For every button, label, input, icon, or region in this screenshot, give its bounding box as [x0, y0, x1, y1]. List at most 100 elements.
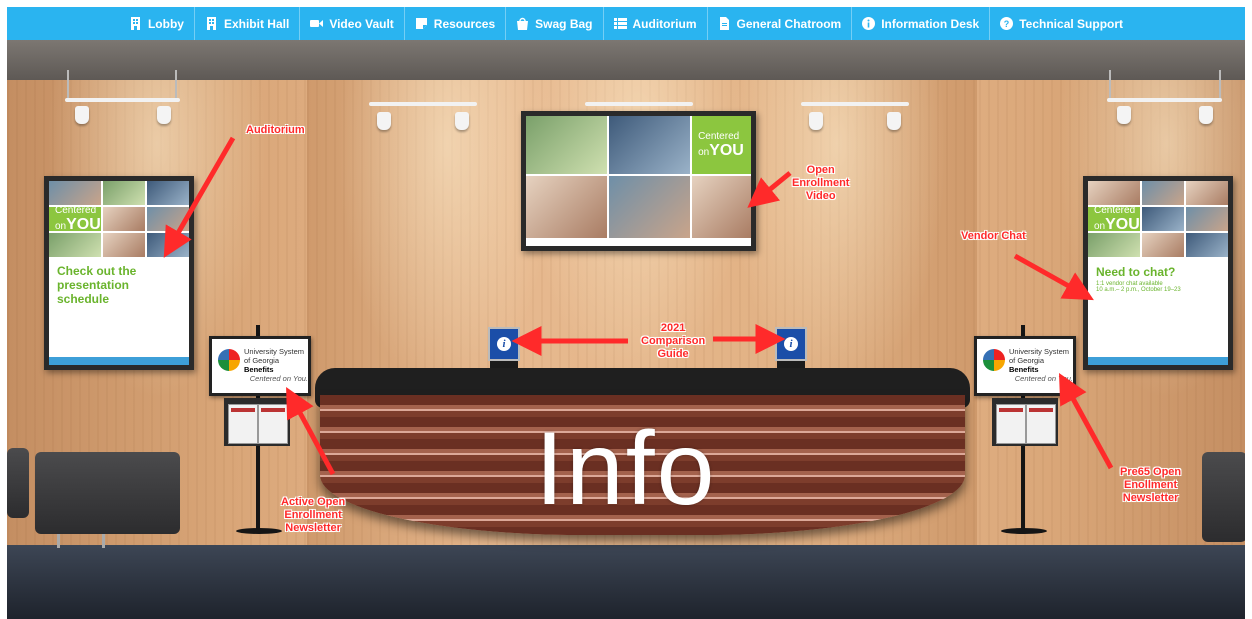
light-rod	[1219, 70, 1221, 98]
nav-exhibit-hall[interactable]: Exhibit Hall	[195, 7, 301, 40]
spotlight	[1199, 106, 1213, 124]
poster-footer-stripe	[49, 357, 189, 365]
info-icon: i	[497, 337, 511, 351]
annotation-line: Vendor Chat	[961, 230, 1026, 242]
light-rod	[175, 70, 177, 100]
sofa	[1202, 452, 1245, 542]
svg-text:?: ?	[1004, 19, 1010, 29]
tile-text: YOU	[1105, 215, 1140, 233]
light-rod	[1109, 70, 1111, 98]
annotation-line: Pre65 Open	[1120, 466, 1182, 478]
poster-photo	[102, 207, 145, 231]
kiosk-line: of Georgia	[1009, 356, 1045, 365]
active-newsletter-brochure[interactable]	[258, 404, 288, 444]
nav-label: Swag Bag	[535, 16, 593, 31]
poster-photo	[49, 181, 101, 205]
kiosk-line: University System	[1009, 347, 1070, 356]
annotation-auditorium: Auditorium	[246, 124, 305, 137]
auditorium-poster[interactable]: Centered onYOU Check out the presentatio…	[44, 176, 194, 370]
annotation-pre65-newsletter: Pre65 Open Enollment Newsletter	[1120, 466, 1181, 506]
light-glow	[727, 80, 947, 400]
nav-information-desk[interactable]: Information Desk	[852, 7, 991, 40]
nav-technical-support[interactable]: ? Technical Support	[990, 7, 1133, 40]
open-enrollment-video-screen[interactable]: Centered onYOU	[521, 111, 756, 251]
poster-detail: 10 a.m.– 2 p.m., October 19–23	[1096, 287, 1181, 293]
nav-label: Lobby	[147, 16, 184, 31]
poster-photo	[102, 181, 145, 205]
tile-text: onYOU	[55, 216, 101, 234]
annotation-line: Newsletter	[285, 522, 341, 535]
annotation-vendor-chat: Vendor Chat	[961, 230, 1026, 243]
tile-text: Centered	[55, 204, 97, 216]
nav-auditorium[interactable]: Auditorium	[604, 7, 708, 40]
vendor-chat-poster[interactable]: Centered onYOU Need to chat? 1:1 vendor …	[1083, 176, 1233, 370]
nav-label: Resources	[433, 16, 496, 31]
pre65-newsletter-brochure[interactable]	[996, 404, 1026, 444]
poster-photo	[146, 207, 189, 231]
video-photo	[526, 176, 608, 238]
nav-lobby[interactable]: Lobby	[119, 7, 195, 40]
nav-general-chatroom[interactable]: General Chatroom	[708, 7, 853, 40]
annotation-line: Video	[805, 190, 836, 203]
active-newsletter-brochure[interactable]	[228, 404, 258, 444]
centered-on-you-tile: Centered onYOU	[1088, 205, 1140, 234]
poster-photo	[49, 233, 101, 257]
poster-photo	[146, 233, 189, 257]
pre65-newsletter-brochure[interactable]	[1026, 404, 1056, 444]
poster-photo	[1185, 181, 1228, 205]
video-photo	[692, 176, 751, 238]
poster-cta: Check out the presentation schedule	[57, 264, 137, 306]
annotation-line: Active Open	[281, 496, 346, 508]
video-camera-icon	[310, 20, 324, 27]
nav-label: Auditorium	[632, 16, 697, 31]
poster-footer-stripe	[1088, 357, 1228, 365]
comparison-guide-sign-right[interactable]: i	[775, 327, 807, 361]
kiosk-tagline: Centered on You.	[249, 374, 308, 383]
annotation-line: Guide	[657, 348, 689, 361]
poster-photo	[1141, 233, 1184, 257]
info-desk-label: Info	[535, 411, 717, 527]
kiosk-tagline: Centered on You.	[244, 374, 308, 383]
spotlight	[455, 112, 469, 130]
kiosk-line: Benefits	[244, 365, 274, 374]
sofa-leg	[102, 534, 105, 548]
floor	[7, 545, 1245, 619]
track-light	[369, 102, 477, 106]
spotlight	[157, 106, 171, 124]
tile-text: YOU	[709, 141, 744, 159]
kiosk-base	[236, 528, 282, 534]
poster-photo	[1185, 233, 1228, 257]
active-newsletter-sign[interactable]: University System of Georgia Benefits Ce…	[209, 336, 311, 396]
spotlight	[75, 106, 89, 124]
nav-label: Exhibit Hall	[223, 16, 290, 31]
track-light	[585, 102, 693, 106]
spotlight	[887, 112, 901, 130]
kiosk-tagline: Centered on You.	[1014, 374, 1073, 383]
track-light	[801, 102, 909, 106]
poster-photo	[1141, 181, 1184, 205]
nav-label: Video Vault	[329, 16, 394, 31]
kiosk-base	[1001, 528, 1047, 534]
centered-on-you-tile: Centered onYOU	[49, 204, 101, 234]
nav-video-vault[interactable]: Video Vault	[300, 7, 405, 40]
nav-label: General Chatroom	[736, 16, 842, 31]
kiosk-line: Benefits	[1009, 365, 1039, 374]
tile-text: on	[55, 220, 67, 232]
comparison-guide-sign-left[interactable]: i	[488, 327, 520, 361]
tile-text: onYOU	[698, 142, 751, 160]
nav-label: Information Desk	[881, 16, 980, 31]
annotation-line: Newsletter	[1122, 492, 1179, 505]
building-icon	[130, 17, 140, 30]
annotation-line: 2021	[660, 322, 686, 334]
tile-text: onYOU	[1094, 216, 1140, 234]
nav-label: Technical Support	[1019, 16, 1124, 31]
light-rod	[67, 70, 69, 100]
spotlight	[1117, 106, 1131, 124]
nav-swag-bag[interactable]: Swag Bag	[506, 7, 604, 40]
kiosk-line: of Georgia Benefits	[244, 356, 308, 374]
spotlight	[377, 112, 391, 130]
pre65-newsletter-sign[interactable]: University System of Georgia Benefits Ce…	[974, 336, 1076, 396]
video-photo	[609, 176, 691, 238]
kiosk-sign-text: University System of Georgia Benefits Ce…	[1009, 347, 1073, 383]
nav-resources[interactable]: Resources	[405, 7, 507, 40]
